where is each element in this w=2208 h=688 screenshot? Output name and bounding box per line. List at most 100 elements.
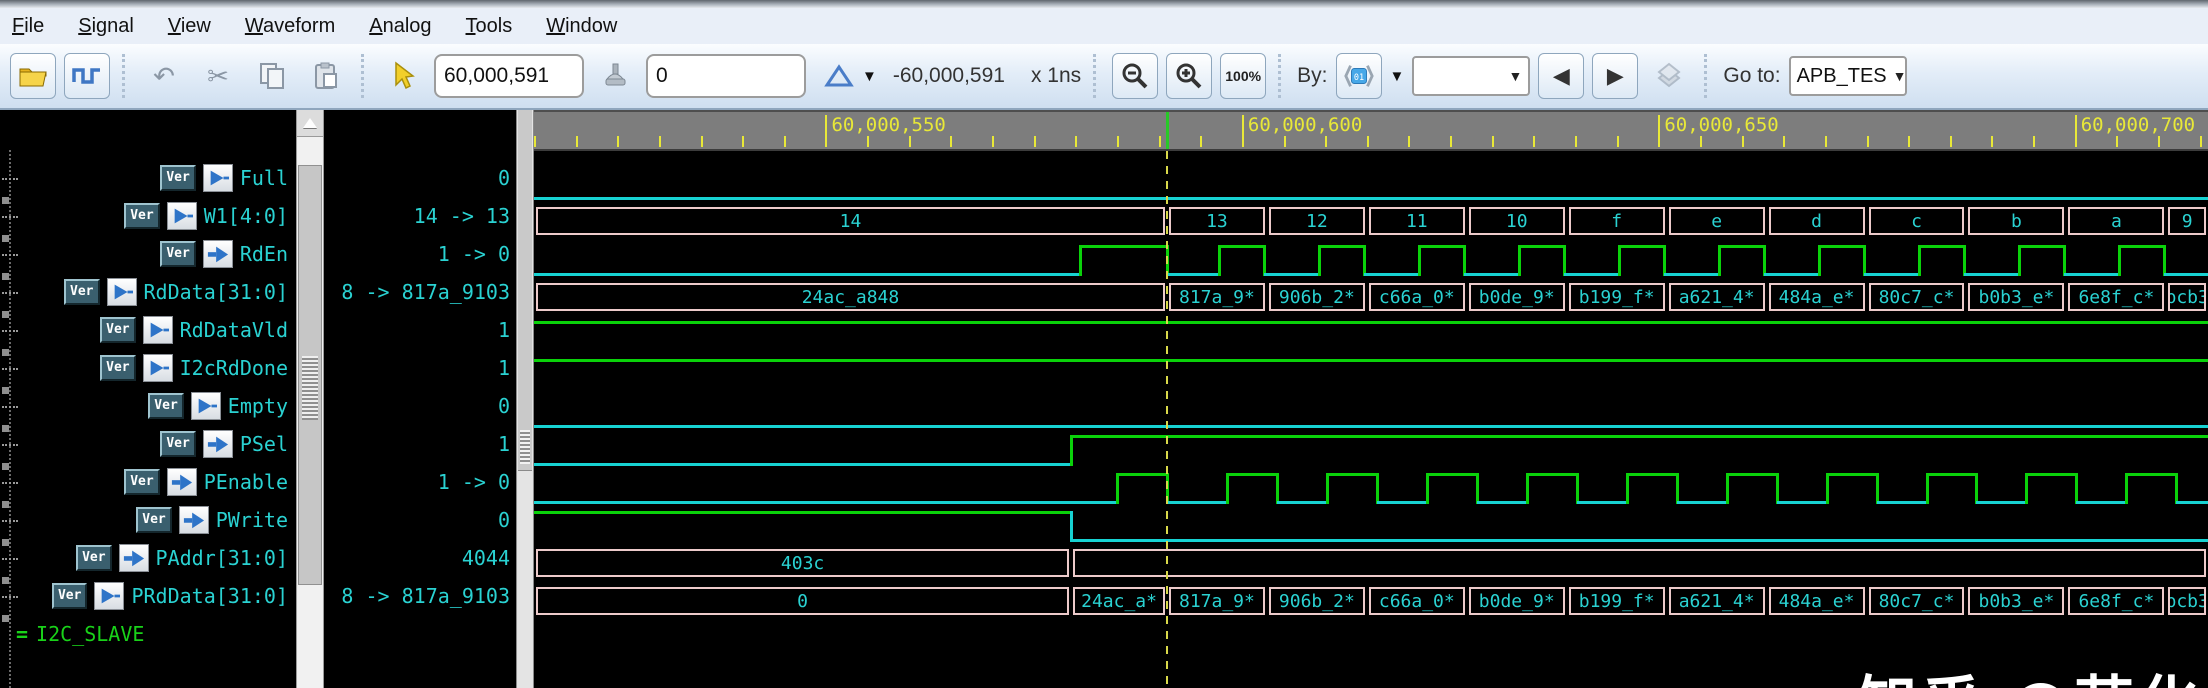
ruler-minor-tick bbox=[1824, 136, 1827, 147]
net-icon bbox=[202, 164, 233, 192]
cursor-time-input[interactable] bbox=[434, 54, 584, 98]
ruler-minor-tick bbox=[2199, 136, 2202, 147]
undo-button[interactable]: ↶ bbox=[141, 53, 187, 99]
signal-row-pwrite[interactable]: Ver PWrite bbox=[136, 505, 288, 535]
bus-01-icon: 01 bbox=[1343, 65, 1374, 87]
zoom-percent-label: 100% bbox=[1225, 67, 1262, 84]
waveform-canvas[interactable]: 60,000,550 60,000,600 60,000,650 60,000,700… bbox=[534, 110, 2208, 688]
wave-segment bbox=[534, 501, 1117, 504]
scrollbar-thumb[interactable] bbox=[298, 165, 322, 585]
bus-value-segment: f bbox=[1568, 207, 1665, 235]
wave-segment bbox=[1826, 473, 1877, 476]
time-cursor-line[interactable] bbox=[1165, 151, 1168, 688]
net-icon bbox=[94, 582, 125, 610]
scrollbar-up-button[interactable] bbox=[297, 110, 323, 137]
search-by-value-button[interactable]: 01 bbox=[1335, 53, 1382, 99]
select-cursor-button[interactable] bbox=[380, 53, 426, 99]
cut-button[interactable]: ✂ bbox=[195, 53, 241, 99]
signal-row-rddata310[interactable]: Ver RdData[31:0] bbox=[64, 277, 288, 307]
tree-node-marker bbox=[2, 615, 9, 622]
ver-badge: Ver bbox=[124, 203, 160, 229]
signal-row-empty[interactable]: Ver Empty bbox=[148, 391, 288, 421]
search-forward-button[interactable]: ▶ bbox=[1592, 53, 1639, 99]
signal-row-rden[interactable]: Ver RdEn bbox=[160, 239, 288, 269]
tree-node-marker bbox=[2, 501, 9, 508]
menu-waveform[interactable]: Waveform bbox=[245, 15, 335, 38]
layered-pages-icon bbox=[1657, 62, 1681, 88]
signal-name-panel: = I2C_SLAVE Ver Full Ver W1[4:0] Ver RdEn Ver R… bbox=[0, 110, 296, 688]
group-row-i2c-slave[interactable]: = I2C_SLAVE bbox=[16, 622, 144, 646]
copy-button[interactable] bbox=[249, 53, 295, 99]
toolbar-separator bbox=[1278, 54, 1285, 98]
bus-value-segment: 6e8f_c* bbox=[2068, 283, 2165, 311]
bus-value-segment: c bbox=[1868, 207, 1965, 235]
signal-value: 1 bbox=[497, 318, 510, 342]
values-scrollbar[interactable] bbox=[516, 110, 534, 688]
wave-segment bbox=[2163, 273, 2208, 276]
search-backward-button[interactable]: ◀ bbox=[1538, 53, 1585, 99]
marker-stamp-icon bbox=[605, 63, 626, 86]
signal-row-paddr310[interactable]: Ver PAddr[31:0] bbox=[76, 543, 288, 573]
wave-edge bbox=[1618, 245, 1622, 276]
menu-tools[interactable]: Tools bbox=[466, 15, 513, 38]
combo-arrow-icon[interactable]: ▼ bbox=[1893, 68, 1907, 84]
time-ruler[interactable]: 60,000,550 60,000,600 60,000,650 60,000,700 bbox=[534, 110, 2208, 151]
ruler-minor-tick bbox=[1616, 136, 1619, 147]
zoom-in-button[interactable] bbox=[1166, 53, 1213, 99]
tree-node-marker bbox=[2, 273, 9, 280]
menu-file[interactable]: File bbox=[12, 15, 44, 38]
ruler-minor-tick bbox=[534, 136, 536, 147]
tree-branch bbox=[2, 292, 18, 294]
wave-edge bbox=[1115, 473, 1119, 504]
tree-node-marker bbox=[2, 577, 9, 584]
ruler-minor-tick bbox=[2116, 136, 2119, 147]
zoom-out-button[interactable] bbox=[1112, 53, 1159, 99]
delta-time-text: -60,000,591 bbox=[892, 64, 1005, 87]
menu-signal[interactable]: Signal bbox=[78, 15, 134, 38]
bus-value-segment: 9 bbox=[2168, 207, 2206, 235]
wave-edge bbox=[2062, 245, 2066, 276]
group-expand-icon[interactable]: = bbox=[16, 622, 28, 646]
bus-value-segment: b199_f* bbox=[1568, 283, 1665, 311]
ruler-major-tick bbox=[1658, 115, 1661, 147]
zoom-full-button[interactable]: 100% bbox=[1220, 53, 1267, 99]
signal-row-full[interactable]: Ver Full bbox=[160, 163, 288, 193]
delta-dropdown-arrow-icon[interactable]: ▼ bbox=[862, 68, 877, 85]
signal-row-i2crddone[interactable]: Ver I2cRdDone bbox=[100, 353, 288, 383]
search-mode-dropdown-arrow-icon[interactable]: ▼ bbox=[1390, 68, 1405, 85]
menu-view[interactable]: View bbox=[168, 15, 211, 38]
goto-scope-combobox[interactable]: APB_TES ▼ bbox=[1788, 56, 1907, 96]
names-scrollbar[interactable] bbox=[296, 110, 324, 688]
signal-row-penable[interactable]: Ver PEnable bbox=[124, 467, 288, 497]
combo-arrow-icon[interactable]: ▼ bbox=[1502, 68, 1528, 84]
ruler-minor-tick bbox=[1325, 136, 1328, 147]
wave-segment bbox=[1719, 245, 1765, 248]
menu-analog[interactable]: Analog bbox=[369, 15, 431, 38]
signal-row-psel[interactable]: Ver PSel bbox=[160, 429, 288, 459]
wave-edge bbox=[1863, 245, 1867, 276]
tree-branch bbox=[2, 558, 18, 560]
scrollbar-thumb[interactable] bbox=[518, 110, 532, 471]
marker-button[interactable] bbox=[592, 53, 638, 99]
marker-time-input[interactable] bbox=[646, 54, 806, 98]
bus-value-segment: 817a_9* bbox=[1168, 587, 1265, 615]
bookmark-button[interactable] bbox=[1646, 53, 1692, 99]
wave-segment bbox=[1116, 473, 1167, 476]
signal-row-rddatavld[interactable]: Ver RdDataVld bbox=[100, 315, 288, 345]
signal-row-w140[interactable]: Ver W1[4:0] bbox=[124, 201, 288, 231]
ruler-minor-tick bbox=[617, 136, 620, 147]
menu-window[interactable]: Window bbox=[546, 15, 617, 38]
tree-node-marker bbox=[2, 349, 9, 356]
input-port-icon bbox=[202, 240, 233, 268]
bus-value-segment: 6e8f_c* bbox=[2068, 587, 2165, 615]
wave-segment bbox=[1326, 473, 1377, 476]
search-value-combobox[interactable]: ▼ bbox=[1412, 56, 1531, 96]
ver-badge: Ver bbox=[100, 317, 136, 343]
get-signals-button[interactable] bbox=[64, 53, 110, 99]
open-file-button[interactable] bbox=[10, 53, 56, 99]
paste-button[interactable] bbox=[303, 53, 349, 99]
toolbar-separator bbox=[361, 54, 368, 98]
signal-row-prddata310[interactable]: Ver PRdData[31:0] bbox=[51, 581, 288, 611]
signal-value: 8 -> 817a_9103 bbox=[341, 584, 510, 608]
wave-segment bbox=[534, 511, 1072, 514]
